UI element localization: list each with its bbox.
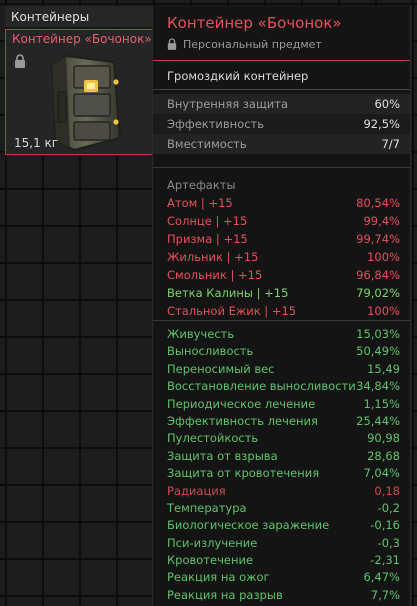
- effect-row-value: 15,03%: [356, 327, 400, 341]
- effect-row: Пси-излучение -0,3: [153, 535, 410, 552]
- effect-row: Живучесть 15,03%: [153, 326, 410, 343]
- effect-row: Пулестойкость 90,98: [153, 430, 410, 447]
- artifact-row: Атом | +15 80,54%: [153, 194, 410, 212]
- artifact-row-value: 79,02%: [356, 286, 400, 300]
- item-tooltip: Контейнер «Бочонок» Персональный предмет…: [152, 6, 411, 606]
- item-type: Громоздкий контейнер: [153, 60, 410, 90]
- effect-row-label: Живучесть: [167, 327, 235, 341]
- effect-row-label: Реакция на ожог: [167, 570, 270, 585]
- lock-icon: [15, 54, 25, 68]
- effect-row-value: 25,44%: [356, 413, 400, 428]
- stat-row: Вместимость 7/7: [153, 134, 410, 154]
- effect-row: Биологическое заражение -0,16: [153, 517, 410, 534]
- effect-row-value: -2,31: [370, 553, 400, 568]
- effect-row-value: 50,49%: [356, 344, 400, 359]
- inventory-section-header: Контейнеры: [5, 6, 153, 28]
- item-type-text: Громоздкий контейнер: [167, 69, 309, 83]
- effect-row-value: 1,15%: [363, 396, 400, 411]
- effect-row-value: 90,98: [367, 431, 400, 446]
- item-weight: 15,1 кг: [14, 136, 59, 150]
- artifact-row: Жильник | +15 100%: [153, 248, 410, 266]
- effect-row: Защита от кровотечения 7,04%: [153, 465, 410, 482]
- effect-row-value: 6,47%: [363, 570, 400, 585]
- effect-row: Реакция на ожог 6,47%: [153, 569, 410, 586]
- effect-row-value: 15,49: [367, 361, 400, 376]
- effect-row: Периодическое лечение 1,15%: [153, 396, 410, 413]
- effect-row-value: 7,7%: [370, 587, 400, 602]
- effect-row-label: Пси-излучение: [167, 535, 258, 550]
- effect-row-value: -0,3: [377, 535, 400, 550]
- artifact-row-value: 100%: [367, 250, 400, 264]
- artifact-row-value: 100%: [367, 304, 400, 318]
- inventory-section-title: Контейнеры: [11, 10, 90, 24]
- stat-label: Внутренняя защита: [167, 97, 289, 111]
- artifact-row: Смольник | +15 96,84%: [153, 266, 410, 284]
- effect-row-label: Выносливость: [167, 344, 254, 359]
- artifact-row-label: Атом | +15: [167, 196, 233, 210]
- tooltip-title: Контейнер «Бочонок»: [167, 14, 342, 32]
- effect-row: Восстановление выносливости 34,84%: [153, 378, 410, 395]
- artifact-row: Призма | +15 99,74%: [153, 230, 410, 248]
- artifact-row-value: 99,74%: [356, 232, 400, 246]
- artifact-row-value: 80,54%: [356, 196, 400, 210]
- effect-row-value: 7,04%: [363, 466, 400, 481]
- effect-row: Эффективность лечения 25,44%: [153, 413, 410, 430]
- artifact-row-value: 96,84%: [356, 268, 400, 282]
- effect-row-value: 0,18: [374, 483, 400, 498]
- container-stats: Внутренняя защита 60% Эффективность 92,5…: [153, 94, 410, 154]
- artifact-row-value: 99,4%: [363, 214, 400, 228]
- artifact-row: Стальной Ежик | +15 100%: [153, 302, 410, 320]
- effect-row: Переносимый вес 15,49: [153, 361, 410, 378]
- effect-row: Температура -0,2: [153, 500, 410, 517]
- effect-row-value: -0,2: [377, 500, 400, 515]
- effect-row: Защита от взрыва 28,68: [153, 448, 410, 465]
- effect-row-value: 34,84%: [356, 379, 400, 394]
- stat-row: Внутренняя защита 60%: [153, 94, 410, 114]
- effect-row: Выносливость 50,49%: [153, 343, 410, 360]
- artifact-row-label: Жильник | +15: [167, 250, 259, 264]
- stat-label: Эффективность: [167, 117, 265, 131]
- effect-row-label: Периодическое лечение: [167, 396, 316, 411]
- effect-row-value: 28,68: [367, 448, 400, 463]
- effect-row: Реакция на разрыв 7,7%: [153, 587, 410, 604]
- effects-list: Живучесть 15,03% Выносливость 50,49% Перенос…: [153, 326, 410, 604]
- subtitle-text: Персональный предмет: [183, 38, 322, 51]
- tooltip-subtitle: Персональный предмет: [167, 38, 322, 51]
- artifact-row-label: Призма | +15: [167, 232, 248, 246]
- lock-icon: [167, 38, 177, 50]
- artifacts-list: Артефакты Атом | +15 80,54% Солнце | +15 99…: [153, 176, 410, 320]
- effect-row-label: Эффективность лечения: [167, 413, 318, 428]
- artifact-row: Ветка Калины | +15 79,02%: [153, 284, 410, 302]
- artifact-row-label: Стальной Ежик | +15: [167, 304, 297, 318]
- stat-value: 7/7: [381, 137, 400, 151]
- effect-row-label: Пулестойкость: [167, 431, 259, 446]
- effect-row-label: Биологическое заражение: [167, 518, 330, 533]
- effect-row-label: Кровотечение: [167, 553, 254, 568]
- effect-row: Радиация 0,18: [153, 483, 410, 500]
- effect-row-label: Температура: [167, 500, 247, 515]
- divider: [153, 167, 410, 168]
- effect-row: Кровотечение -2,31: [153, 552, 410, 569]
- effect-row-label: Радиация: [167, 483, 226, 498]
- effect-row-label: Восстановление выносливости: [167, 379, 356, 394]
- artifacts-header: Артефакты: [167, 178, 236, 192]
- effect-row-value: -0,16: [370, 518, 400, 533]
- artifact-row-label: Ветка Калины | +15: [167, 286, 289, 300]
- stat-label: Вместимость: [167, 137, 247, 151]
- stat-value: 92,5%: [363, 117, 400, 131]
- artifact-row-label: Смольник | +15: [167, 268, 263, 282]
- artifact-row-label: Солнце | +15: [167, 214, 248, 228]
- container-item-slot[interactable]: Контейнер «Бочонок» 15,1 кг: [5, 29, 153, 155]
- effect-row-label: Защита от кровотечения: [167, 466, 320, 481]
- divider: [153, 320, 410, 321]
- item-name: Контейнер «Бочонок»: [12, 32, 152, 46]
- effect-row-label: Реакция на разрыв: [167, 587, 283, 602]
- stat-value: 60%: [374, 97, 400, 111]
- stat-row: Эффективность 92,5%: [153, 114, 410, 134]
- artifact-row: Солнце | +15 99,4%: [153, 212, 410, 230]
- effect-row-label: Переносимый вес: [167, 361, 275, 376]
- effect-row-label: Защита от взрыва: [167, 448, 278, 463]
